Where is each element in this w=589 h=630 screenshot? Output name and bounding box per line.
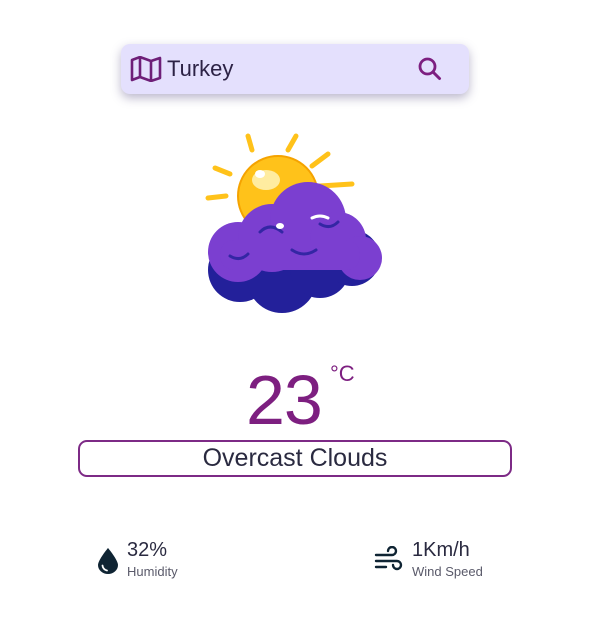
sun-behind-cloud-icon xyxy=(205,133,382,313)
wind-label: Wind Speed xyxy=(412,564,483,579)
search-button[interactable] xyxy=(417,56,443,82)
humidity-value: 32% xyxy=(127,539,168,561)
humidity-label: Humidity xyxy=(127,564,178,579)
cloud xyxy=(208,182,382,282)
water-drop-icon xyxy=(98,548,118,574)
search-input[interactable] xyxy=(167,53,407,85)
weather-app: 23 °C Overcast Clouds 32% Humidity 1Km/h… xyxy=(0,0,589,630)
wind-icon xyxy=(374,546,403,571)
temperature-unit: °C xyxy=(330,361,355,386)
map-icon xyxy=(130,56,162,82)
search-bar xyxy=(121,44,469,94)
wind-value: 1Km/h xyxy=(412,539,470,561)
weather-description: Overcast Clouds xyxy=(78,440,512,477)
search-icon xyxy=(418,57,441,80)
temperature-value: 23 xyxy=(246,361,323,439)
